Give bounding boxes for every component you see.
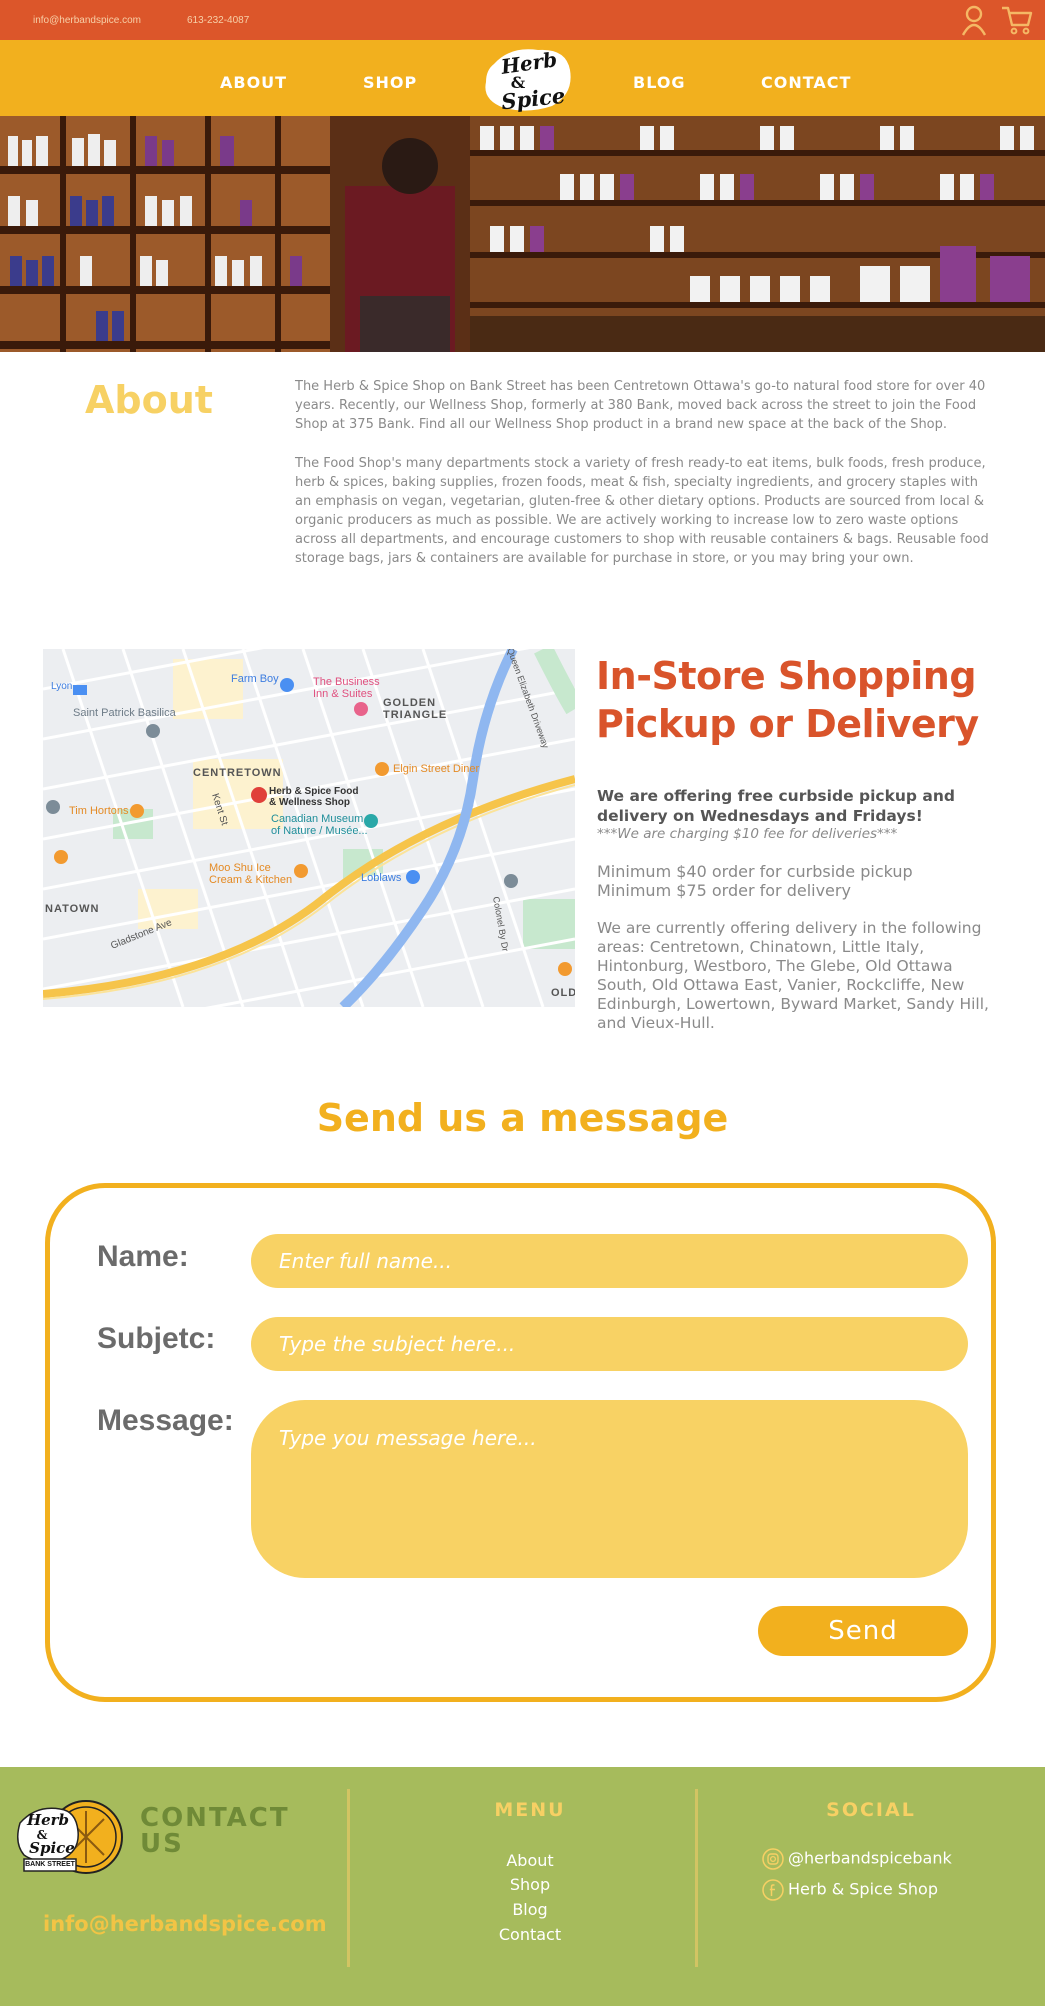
footer-instagram-handle: @herbandspicebank — [788, 1848, 952, 1868]
map-label-saint-patrick: Saint Patrick Basilica — [73, 707, 176, 719]
store-location-map[interactable]: CENTRETOWN GOLDEN TRIANGLE Herb & Spice … — [43, 649, 575, 1007]
hero-store-image — [0, 116, 1045, 352]
main-nav: ABOUT SHOP Herb & Spice BLOG CONTACT — [0, 40, 1045, 116]
nav-contact[interactable]: CONTACT — [761, 73, 851, 92]
top-bar: info@herbandspice.com 613-232-4087 — [0, 0, 1045, 40]
user-icon[interactable] — [957, 3, 991, 37]
footer-social-title: SOCIAL — [826, 1799, 916, 1821]
footer-menu-about[interactable]: About — [430, 1851, 630, 1870]
footer-email[interactable]: info@herbandspice.com — [43, 1912, 327, 1936]
footer-menu-shop[interactable]: Shop — [430, 1875, 630, 1894]
nav-blog[interactable]: BLOG — [633, 73, 686, 92]
shopping-fee-note: ***We are charging $10 fee for deliverie… — [597, 826, 898, 842]
footer-divider-1 — [347, 1789, 350, 1967]
footer-facebook-name: Herb & Spice Shop — [788, 1879, 938, 1899]
send-button[interactable]: Send — [758, 1606, 968, 1656]
footer-contact-title-line2: US — [140, 1829, 184, 1859]
name-label: Name: — [97, 1240, 189, 1273]
nav-shop[interactable]: SHOP — [363, 73, 417, 92]
map-label-old: OLD — [551, 987, 575, 999]
herb-spice-logo[interactable]: Herb & Spice — [480, 44, 576, 114]
map-label-loblaws: Loblaws — [361, 872, 402, 884]
svg-text:Herb: Herb — [26, 1811, 69, 1829]
message-field[interactable] — [251, 1400, 968, 1578]
topbar-email[interactable]: info@herbandspice.com — [33, 15, 141, 26]
footer-logo[interactable]: Herb & Spice BANK STREET — [16, 1799, 128, 1875]
name-field[interactable] — [251, 1234, 968, 1288]
map-label-natown: NATOWN — [45, 903, 100, 915]
shopping-min-delivery: Minimum $75 order for delivery — [597, 881, 851, 900]
map-label-museum: Canadian Museum of Nature / Musée... — [271, 813, 368, 837]
subject-label: Subjetc: — [97, 1322, 216, 1355]
footer-contact-title-line1: CONTACT — [140, 1803, 290, 1833]
about-title: About — [85, 378, 213, 422]
map-label-lyon: Lyon — [51, 681, 73, 692]
about-paragraph-1: The Herb & Spice Shop on Bank Street has… — [295, 379, 986, 432]
footer-menu-blog[interactable]: Blog — [430, 1900, 630, 1919]
footer-instagram-link[interactable]: @herbandspicebank — [762, 1848, 952, 1870]
map-label-farm-boy: Farm Boy — [231, 673, 279, 685]
instagram-icon — [762, 1848, 784, 1870]
map-label-business-inn: The Business Inn & Suites — [313, 676, 380, 700]
svg-text:Spice: Spice — [500, 83, 566, 114]
message-label: Message: — [97, 1404, 234, 1437]
subject-field[interactable] — [251, 1317, 968, 1371]
svg-text:Spice: Spice — [29, 1839, 75, 1857]
map-label-centretown: CENTRETOWN — [193, 767, 282, 779]
footer-divider-2 — [695, 1789, 698, 1967]
send-message-title: Send us a message — [316, 1096, 729, 1140]
shopping-delivery-areas: We are currently offering delivery in th… — [597, 919, 989, 1032]
footer-facebook-link[interactable]: Herb & Spice Shop — [762, 1879, 938, 1901]
map-label-golden-triangle: GOLDEN TRIANGLE — [383, 697, 448, 721]
about-paragraph-2: The Food Shop's many departments stock a… — [295, 456, 989, 566]
cart-icon[interactable] — [1000, 3, 1034, 37]
nav-about[interactable]: ABOUT — [220, 73, 287, 92]
map-label-elgin-diner: Elgin Street Diner — [393, 763, 480, 775]
shopping-min-pickup: Minimum $40 order for curbside pickup — [597, 862, 913, 881]
shopping-offer: We are offering free curbside pickup and… — [597, 787, 955, 825]
topbar-phone[interactable]: 613-232-4087 — [187, 15, 249, 26]
map-label-moo-shu: Moo Shu Ice Cream & Kitchen — [209, 862, 293, 886]
footer-contact-title: CONTACT US — [140, 1805, 290, 1857]
footer: Herb & Spice BANK STREET CONTACT US info… — [0, 1767, 1045, 2006]
footer-menu-contact[interactable]: Contact — [430, 1925, 630, 1944]
map-label-tim-hortons: Tim Hortons — [69, 805, 129, 817]
facebook-icon — [762, 1879, 784, 1901]
footer-logo-badge: BANK STREET — [25, 1861, 75, 1868]
map-label-store: Herb & Spice Food & Wellness Shop — [269, 786, 359, 808]
footer-menu-title: MENU — [494, 1799, 566, 1821]
shopping-title: In-Store Shopping Pickup or Delivery — [596, 654, 979, 746]
